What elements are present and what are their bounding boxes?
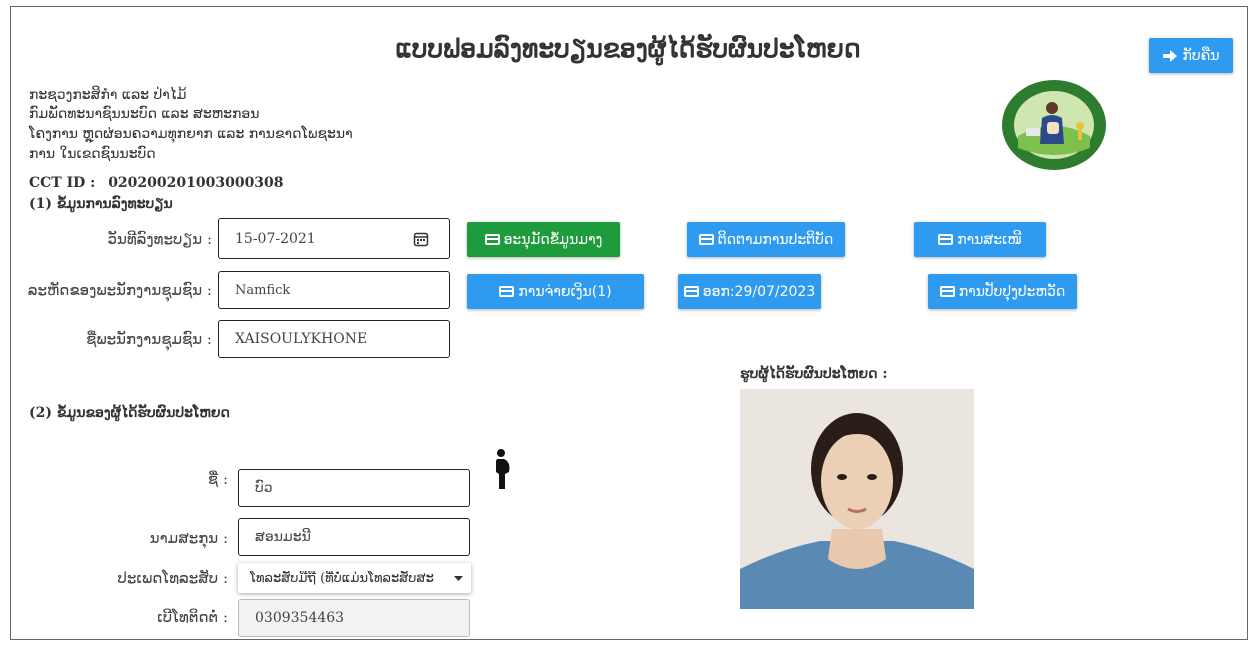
phone-type-label: ປະເພດໂທລະສັບ : [117,569,228,587]
back-button-label: ກັບຄືນ [1182,47,1220,64]
update-history-button-label: ການປັບປຸງປະຫວັດ [958,283,1066,300]
card-icon [698,234,714,245]
cct-id-value: 020200201003000308 [108,175,284,191]
track-implementation-label: ຕິດຕາມການປະຕິບັດ [717,231,834,248]
section-beneficiary-title: (2) ຂໍ້ມູນຂອງຜູ້ໄດ້ຮັບຜົນປະໂຫຍດ [29,405,230,421]
calendar-icon[interactable] [413,231,429,247]
payment-button[interactable]: ການຈ່າຍເງິນ(1) [467,274,644,309]
registration-date-label: ວັນທີລົງທະບຽນ : [107,230,212,248]
propose-button-label: ການສະເໜີ [957,231,1022,248]
registration-date-value: 15-07-2021 [235,230,316,247]
back-button[interactable]: ກັບຄືນ [1149,38,1233,73]
staff-name-label: ຊື່ພະນັກງານຊຸມຊົນ : [86,330,212,348]
phone-field[interactable]: 0309354463 [238,599,470,637]
arrow-right-icon [1162,49,1177,62]
cct-id-label: CCT ID : [29,175,96,191]
photo-label: ຮູບຜູ້ໄດ້ຮັບຜົນປະໂຫຍດ : [740,366,888,382]
project-logo [1002,80,1106,170]
exit-date-button[interactable]: ອອກ:29/07/2023 [678,274,821,309]
first-name-field[interactable]: ບົວ [238,469,470,507]
card-icon [484,234,500,245]
propose-button[interactable]: ການສະເໜີ [914,222,1046,257]
staff-name-field[interactable]: XAISOULYKHONE [218,320,450,358]
card-icon [683,286,699,297]
org-line-project-cont: ການ ໃນເຂດຊົນນະບົດ [29,146,156,162]
phone-type-select[interactable]: ໂທລະສັບມືຖື (ທີ່ບໍ່ແມ່ນໂທລະສັບສະ [238,563,471,593]
pregnant-woman-icon [496,449,510,489]
surname-label: ນາມສະກຸນ : [149,529,228,547]
org-line-ministry: ກະຊວງກະສິກຳ ແລະ ປ່າໄມ້ [29,87,187,103]
surname-field[interactable]: ສອນມະນີ [238,518,470,556]
card-icon [939,286,955,297]
phone-type-value: ໂທລະສັບມືຖື (ທີ່ບໍ່ແມ່ນໂທລະສັບສະ [250,570,434,586]
page-title: ແບບຟອມລົງທະບຽນຂອງຜູ້ໄດ້ຮັບຜົນປະໂຫຍດ [395,34,861,63]
staff-code-field[interactable]: Namfick [218,271,450,309]
cct-id: CCT ID : 020200201003000308 [29,175,284,191]
registration-date-field[interactable]: 15-07-2021 [218,218,450,259]
approve-button-label: ອະນຸມັດຂໍ້ມູນມາງ [503,231,603,248]
org-line-project: ໂຄງການ ຫຼຸດຜ່ອນຄວາມທຸກຍາກ ແລະ ການຂາດໂພຊະ… [29,126,353,142]
first-name-label: ຊື່ : [207,470,228,488]
update-history-button[interactable]: ການປັບປຸງປະຫວັດ [928,274,1077,309]
card-icon [938,234,954,245]
org-line-department: ກົມພັດທະນາຊົນນະບົດ ແລະ ສະຫະກອນ [29,106,260,122]
approve-button[interactable]: ອະນຸມັດຂໍ້ມູນມາງ [467,222,620,257]
caret-down-icon [454,575,463,581]
section-registration-title: (1) ຂໍ້ມູນການລົງທະບຽນ [29,196,173,212]
staff-code-label: ລະຫັດຂອງພະນັກງານຊຸມຊົນ : [27,281,212,299]
phone-label: ເບີໂທຕິດຕໍ່ : [157,608,228,626]
beneficiary-photo [740,389,974,609]
card-icon [499,286,515,297]
exit-date-button-label: ອອກ:29/07/2023 [702,283,816,300]
track-implementation-button[interactable]: ຕິດຕາມການປະຕິບັດ [687,222,845,257]
payment-button-label: ການຈ່າຍເງິນ(1) [518,283,612,300]
